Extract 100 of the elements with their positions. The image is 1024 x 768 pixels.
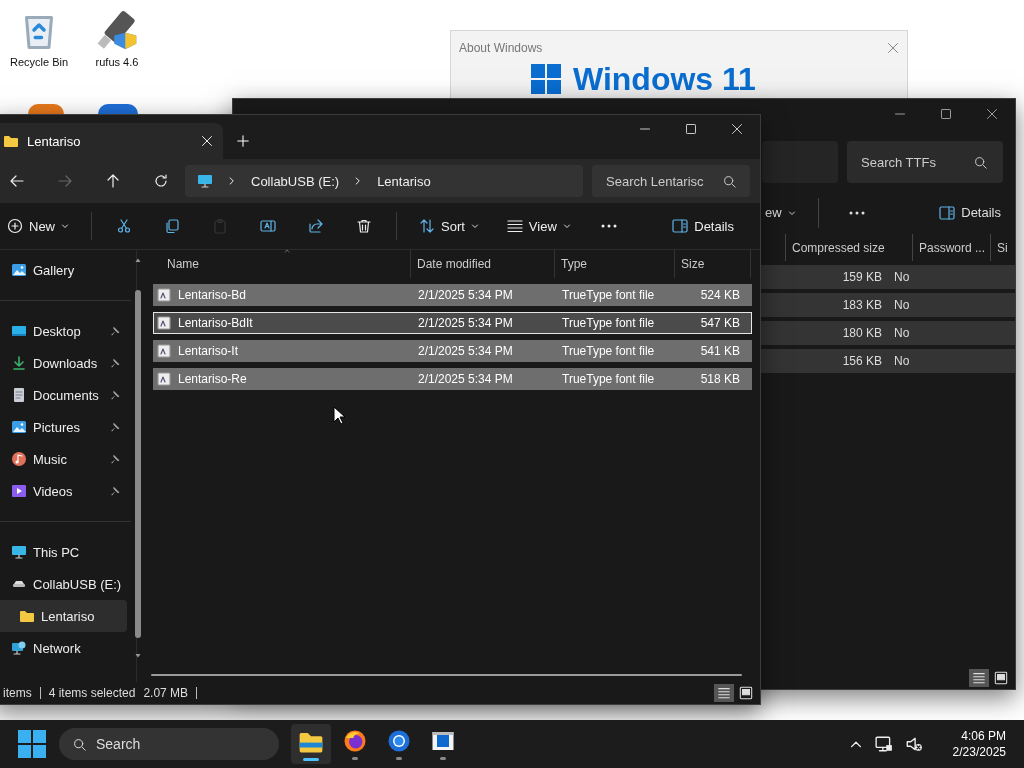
table-cell-text: 2/1/2025 5:34 PM (417, 316, 514, 330)
folder-icon (3, 133, 19, 149)
table-cell-text: 518 KB (699, 372, 741, 386)
cut-icon (116, 218, 132, 234)
window-title: About Windows (459, 41, 543, 55)
share-icon (308, 218, 324, 234)
maximize-icon (685, 123, 697, 135)
copy-icon (164, 218, 180, 234)
folder-icon (19, 608, 35, 624)
tiles-view-icon (739, 686, 753, 700)
product-heading: Windows 11 (573, 63, 756, 95)
windows-logo-icon (531, 64, 561, 94)
details-button[interactable]: Details (658, 210, 748, 242)
monitor-icon (11, 544, 27, 560)
address-bar[interactable]: CollabUSB (E:) Lentariso (185, 165, 583, 197)
column-header[interactable]: Date modified (411, 250, 555, 278)
desktop-icon-label[interactable]: rufus 4.6 (95, 56, 139, 68)
details-button[interactable]: Details (939, 204, 1001, 221)
sidebar-item[interactable]: Network (0, 632, 128, 664)
table-cell-text: No (894, 270, 911, 284)
column-header[interactable]: Name (153, 250, 411, 278)
search-field[interactable]: Search TTFs (847, 141, 1003, 183)
table-cell-text: No (894, 298, 911, 312)
gallery-icon (11, 262, 27, 278)
desktop-app-icon[interactable] (98, 104, 138, 114)
new-button[interactable]: New (0, 210, 83, 242)
caret-icon (61, 222, 69, 230)
file-row[interactable]: Lentariso-Re 2/1/2025 5:34 PM TrueType font file 518 KB (153, 368, 752, 390)
file-row[interactable]: Lentariso-BdIt 2/1/2025 5:34 PM TrueType font file 547 KB (153, 312, 752, 334)
sidebar-item[interactable]: Pictures (0, 411, 128, 443)
file-row[interactable]: Lentariso-It 2/1/2025 5:34 PM TrueType font file 541 KB (153, 340, 752, 362)
column-header[interactable]: Type (555, 250, 675, 278)
video-icon (11, 483, 27, 499)
close-tab-button[interactable] (201, 135, 213, 147)
cursor-icon (333, 406, 345, 425)
file-row[interactable]: Lentariso-Bd 2/1/2025 5:34 PM TrueType font file 524 KB (153, 284, 752, 306)
sidebar-item[interactable]: Documents (0, 379, 128, 411)
column-header[interactable]: Compressed size (792, 240, 885, 255)
forward-icon (57, 173, 73, 189)
pin-icon (109, 453, 122, 465)
column-header[interactable]: Password ... (919, 240, 986, 255)
up-icon (105, 173, 121, 189)
pin-icon (109, 421, 122, 433)
breadcrumb-item[interactable]: Lentariso (377, 173, 431, 189)
pin-icon (109, 325, 122, 337)
start-button[interactable] (18, 730, 46, 758)
desktop-app-icon[interactable] (28, 104, 64, 114)
search-field[interactable]: Search (59, 728, 279, 760)
volume-muted-icon (904, 735, 923, 753)
more-button[interactable] (848, 210, 865, 215)
view-button[interactable]: ew (765, 205, 796, 220)
tab[interactable]: Lentariso (0, 123, 223, 159)
file-name: Lentariso-BdIt (178, 316, 253, 330)
file-name: Lentariso-It (178, 344, 239, 358)
sidebar-item[interactable]: Videos (0, 475, 128, 507)
network-icon (11, 640, 27, 656)
close-icon (986, 108, 998, 120)
sidebar-item[interactable]: CollabUSB (E:) (0, 568, 128, 600)
column-header[interactable]: Size (675, 250, 751, 278)
font-file-icon (156, 343, 172, 359)
clock[interactable]: 4:06 PM 2/23/2025 (952, 729, 1016, 759)
ring-icon (387, 728, 411, 753)
sidebar-item[interactable]: Downloads (0, 347, 128, 379)
search-icon (73, 737, 86, 751)
globe-icon (343, 728, 367, 753)
search-icon (723, 174, 736, 188)
search-field[interactable]: Search Lentarisc (592, 165, 750, 197)
sidebar-item[interactable]: Gallery (0, 254, 128, 286)
breadcrumb-item[interactable]: CollabUSB (E:) (251, 173, 340, 189)
back-icon (9, 173, 25, 189)
scrollbar[interactable] (151, 674, 742, 676)
close-icon (731, 123, 743, 135)
caret-icon (470, 222, 479, 230)
download-icon (11, 355, 27, 371)
maximize-icon (940, 108, 952, 120)
table-cell-text: 159 KB (841, 270, 882, 284)
taskbar-app[interactable] (291, 724, 331, 764)
rename-icon (260, 218, 276, 234)
plus-icon (236, 134, 250, 148)
table-cell-text: TrueType font file (561, 288, 656, 302)
desktop-icon-label[interactable]: Recycle Bin (9, 56, 69, 68)
status-text: 2.07 MB (143, 686, 189, 700)
sidebar-item[interactable]: Music (0, 443, 128, 475)
paste-icon (212, 218, 228, 234)
view-mode-button[interactable] (969, 669, 989, 687)
chevron-icon (227, 176, 237, 186)
column-header[interactable]: Si (997, 240, 1008, 255)
search-icon (974, 155, 987, 169)
sidebar-item[interactable]: Lentariso (0, 600, 128, 632)
view-mode-button[interactable] (714, 684, 734, 702)
table-cell-text: TrueType font file (561, 372, 656, 386)
status-text: 4 items selected (48, 686, 136, 700)
sidebar-item[interactable]: This PC (0, 536, 128, 568)
view-button[interactable]: View (492, 210, 585, 242)
document-icon (11, 387, 27, 403)
sidebar-item[interactable]: Desktop (0, 315, 128, 347)
details-view-icon (972, 671, 986, 685)
table-cell-text: 183 KB (841, 298, 882, 312)
trash-icon (356, 218, 372, 234)
sort-button[interactable]: Sort (405, 210, 493, 242)
